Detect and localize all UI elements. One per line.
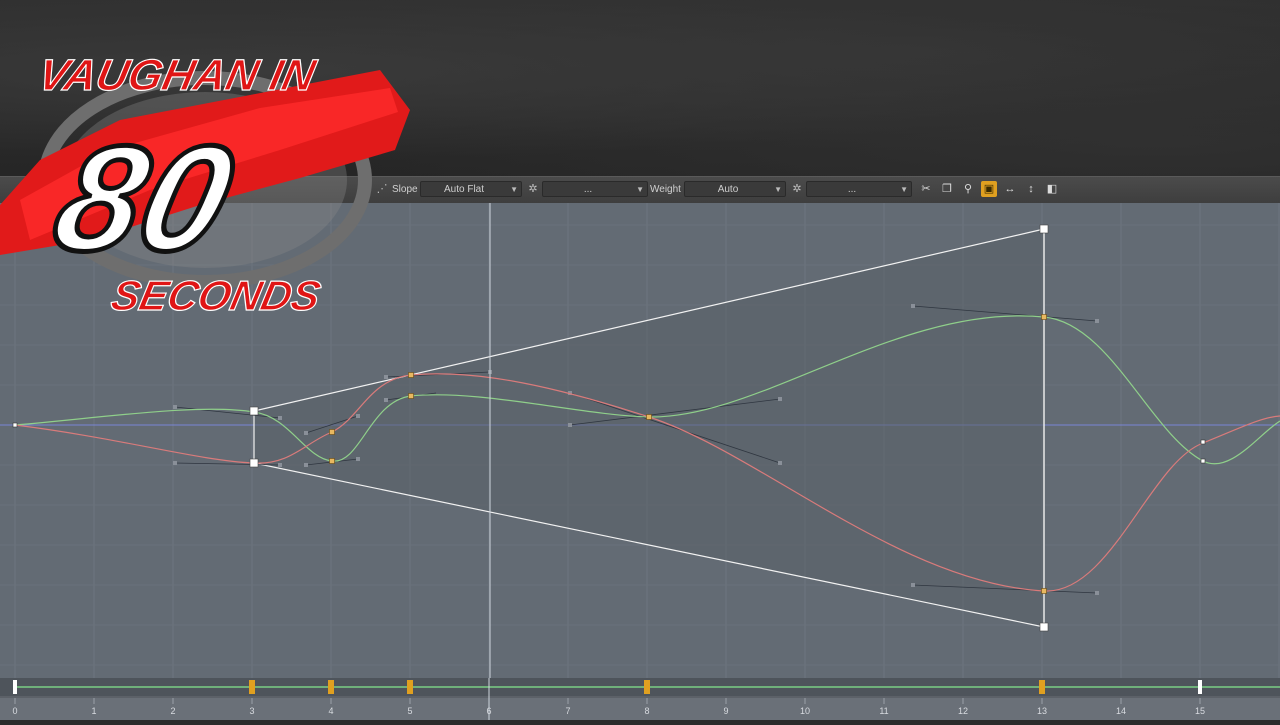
weight-gear-icon[interactable]: ✲ <box>791 183 803 195</box>
graph-editor-screen: ⋰ Slope Auto Flat ▼ ✲ ... ▼ Weight Auto … <box>0 0 1280 720</box>
logo-line2: SECONDS <box>107 272 325 318</box>
slope-extra-value: ... <box>583 184 593 195</box>
timeline-end-key[interactable] <box>1198 680 1202 694</box>
copy-icon[interactable]: ❐ <box>939 181 955 197</box>
frame-label: 14 <box>1116 706 1126 716</box>
pin-icon[interactable]: ⚲ <box>960 181 976 197</box>
timeline-keyframe[interactable] <box>407 680 413 694</box>
frame-label: 15 <box>1195 706 1205 716</box>
timeline-svg[interactable]: 0123456789101112131415 <box>0 678 1280 720</box>
frame-label: 11 <box>879 706 888 716</box>
timeline-keyframe[interactable] <box>328 680 334 694</box>
chevron-down-icon: ▼ <box>774 185 782 194</box>
frame-label: 1 <box>91 706 96 716</box>
timeline-keyframe[interactable] <box>644 680 650 694</box>
frame-label: 8 <box>644 706 649 716</box>
selection-handle[interactable] <box>249 458 259 468</box>
timeline-end-key[interactable] <box>13 680 17 694</box>
key-point[interactable] <box>329 429 335 435</box>
slope-extra-dropdown[interactable]: ... ▼ <box>542 181 648 197</box>
value-icon[interactable]: ◧ <box>1044 181 1060 197</box>
slope-dropdown[interactable]: Auto Flat ▼ <box>420 181 522 197</box>
frame-label: 13 <box>1037 706 1047 716</box>
frame-label: 9 <box>723 706 728 716</box>
selection-handle[interactable] <box>1039 622 1049 632</box>
frame-label: 2 <box>170 706 175 716</box>
weight-value: Auto <box>717 184 739 195</box>
key-point[interactable] <box>1041 314 1047 320</box>
selection-handle[interactable] <box>1039 224 1049 234</box>
key-point[interactable] <box>1200 458 1206 464</box>
fit-vertical-icon[interactable]: ↕ <box>1023 181 1039 197</box>
slope-value: Auto Flat <box>443 184 485 195</box>
key-point[interactable] <box>1200 439 1206 445</box>
logo-line1: VAUGHAN IN <box>34 51 321 99</box>
frame-label: 0 <box>12 706 17 716</box>
fit-horizontal-icon[interactable]: ↔ <box>1002 181 1018 197</box>
frame-label: 5 <box>407 706 412 716</box>
weight-label: Weight <box>650 184 681 195</box>
frame-label: 12 <box>958 706 968 716</box>
timeline-bar[interactable]: 0123456789101112131415 <box>0 678 1280 720</box>
weight-extra-value: ... <box>847 184 857 195</box>
timeline-keyframe[interactable] <box>1039 680 1045 694</box>
frame-all-icon[interactable]: ▣ <box>981 181 997 197</box>
slope-gear-icon[interactable]: ✲ <box>527 183 539 195</box>
frame-label: 10 <box>800 706 810 716</box>
frame-label: 3 <box>249 706 254 716</box>
vaughan-in-80-seconds-logo: VAUGHAN IN 80 SECONDS <box>0 51 410 320</box>
key-point[interactable] <box>408 372 414 378</box>
key-point[interactable] <box>408 393 414 399</box>
timeline-keyframe[interactable] <box>249 680 255 694</box>
chevron-down-icon: ▼ <box>510 185 518 194</box>
frame-label: 7 <box>565 706 570 716</box>
key-point[interactable] <box>646 414 652 420</box>
scissors-icon[interactable]: ✂ <box>918 181 934 197</box>
weight-extra-dropdown[interactable]: ... ▼ <box>806 181 912 197</box>
chevron-down-icon: ▼ <box>900 185 908 194</box>
key-point[interactable] <box>329 458 335 464</box>
selection-handle[interactable] <box>249 406 259 416</box>
key-point[interactable] <box>1041 588 1047 594</box>
key-point[interactable] <box>12 422 18 428</box>
frame-ruler[interactable] <box>0 698 1280 720</box>
weight-dropdown[interactable]: Auto ▼ <box>684 181 786 197</box>
frame-label: 4 <box>328 706 333 716</box>
chevron-down-icon: ▼ <box>636 185 644 194</box>
